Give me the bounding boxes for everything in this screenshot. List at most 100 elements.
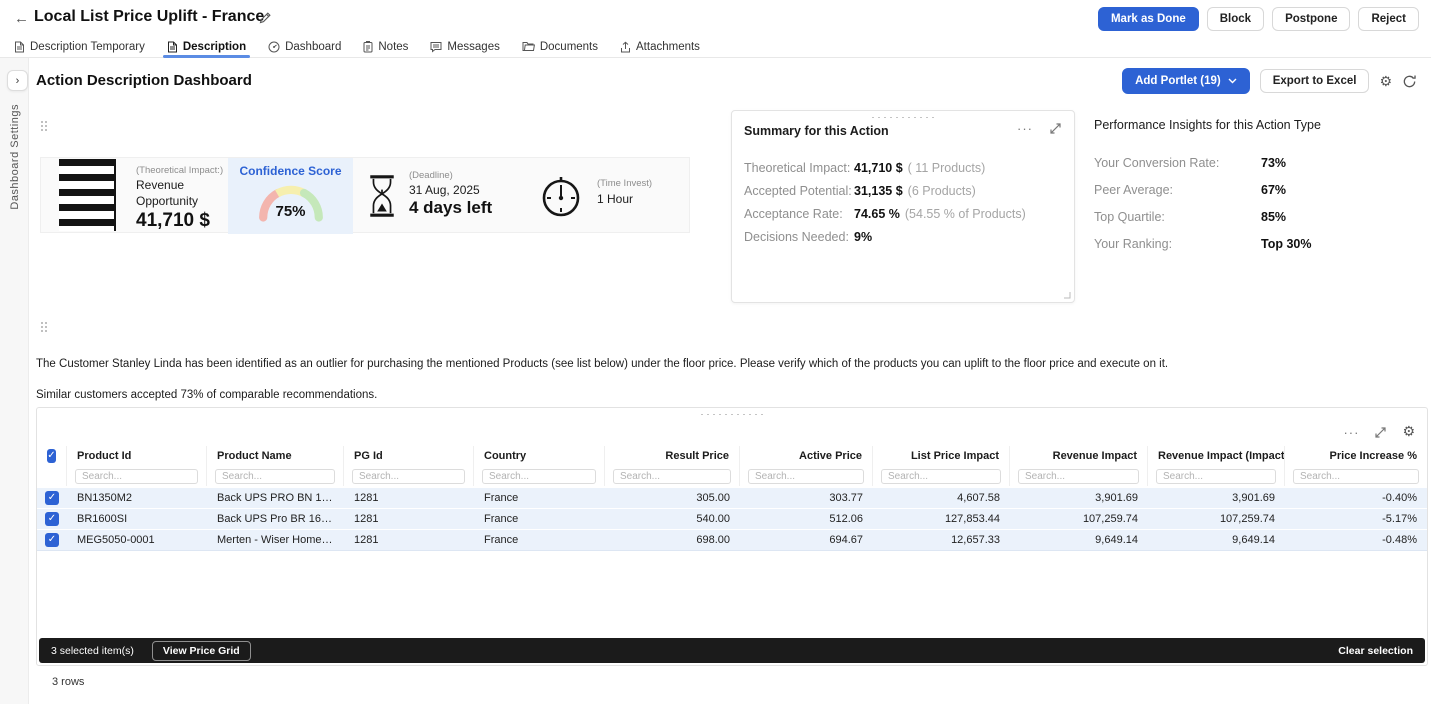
search-input[interactable] xyxy=(215,469,335,484)
select-all-checkbox[interactable] xyxy=(47,449,56,463)
search-input[interactable] xyxy=(352,469,465,484)
confidence-gauge: 75% xyxy=(256,180,326,222)
postpone-button[interactable]: Postpone xyxy=(1272,7,1350,31)
tab-description-temporary[interactable]: Description Temporary xyxy=(14,36,145,57)
summary-rows: Theoretical Impact: 41,710 $ ( 11 Produc… xyxy=(744,161,1064,253)
column-header[interactable]: Product Id xyxy=(67,446,207,466)
column-header[interactable]: Active Price xyxy=(740,446,873,466)
tab-dashboard[interactable]: Dashboard xyxy=(268,36,341,57)
select-all-cell xyxy=(37,446,67,466)
search-input[interactable] xyxy=(482,469,596,484)
tab-documents[interactable]: Documents xyxy=(522,36,598,57)
reject-button[interactable]: Reject xyxy=(1358,7,1419,31)
table-filter-row xyxy=(37,466,1427,486)
column-header[interactable]: Product Name xyxy=(207,446,344,466)
resize-handle[interactable] xyxy=(1063,291,1071,299)
table-row[interactable]: MEG5050-0001 Merten - Wiser Home To... 1… xyxy=(37,530,1427,551)
revenue-opportunity-kpi: (Theoretical Impact:) Revenue Opportunit… xyxy=(136,165,236,232)
search-input[interactable] xyxy=(1018,469,1139,484)
table-row[interactable]: BN1350M2 Back UPS PRO BN 1350... 1281 Fr… xyxy=(37,488,1427,509)
column-header[interactable]: PG Id xyxy=(344,446,474,466)
summary-row-acceptance-rate: Acceptance Rate: 74.65 % (54.55 % of Pro… xyxy=(744,207,1064,230)
redacted-bars-image xyxy=(59,159,116,231)
row-checkbox[interactable] xyxy=(45,512,59,526)
expand-icon[interactable] xyxy=(1049,122,1062,135)
messages-icon xyxy=(430,41,442,53)
row-count: 3 rows xyxy=(52,676,84,688)
column-header[interactable]: Result Price xyxy=(605,446,740,466)
row-checkbox[interactable] xyxy=(45,533,59,547)
view-price-grid-button[interactable]: View Price Grid xyxy=(152,641,251,661)
time-invest-value: 1 Hour xyxy=(597,192,652,206)
block-button[interactable]: Block xyxy=(1207,7,1264,31)
back-icon[interactable]: ← xyxy=(14,10,29,27)
expand-icon[interactable] xyxy=(1374,426,1387,439)
more-icon[interactable]: ··· xyxy=(1343,426,1359,439)
app-screen: ← Local List Price Uplift - France Mark … xyxy=(0,0,1431,704)
insights-title: Performance Insights for this Action Typ… xyxy=(1094,118,1419,132)
description-paragraph: The Customer Stanley Linda has been iden… xyxy=(36,358,1386,370)
confidence-score-value: 75% xyxy=(256,203,326,220)
summary-title: Summary for this Action xyxy=(744,124,889,138)
dashboard-settings-panel: › Dashboard Settings xyxy=(0,58,29,704)
search-input[interactable] xyxy=(613,469,731,484)
column-header[interactable]: Price Increase % xyxy=(1285,446,1427,466)
settings-gear-icon[interactable]: ⚙ xyxy=(1379,74,1392,88)
tab-description[interactable]: Description xyxy=(167,36,246,57)
kpi-strip: (Theoretical Impact:) Revenue Opportunit… xyxy=(40,157,690,233)
summary-drag-handle[interactable] xyxy=(872,114,934,121)
export-to-excel-button[interactable]: Export to Excel xyxy=(1260,69,1370,93)
search-input[interactable] xyxy=(748,469,864,484)
chevron-down-icon xyxy=(1228,78,1237,84)
column-header[interactable]: List Price Impact xyxy=(873,446,1010,466)
folder-icon xyxy=(522,41,535,52)
kpi-drag-handle[interactable] xyxy=(40,120,48,131)
clock-icon xyxy=(539,174,583,218)
search-input[interactable] xyxy=(881,469,1001,484)
edit-pencil-icon[interactable] xyxy=(258,11,272,25)
description-drag-handle[interactable] xyxy=(40,321,48,332)
top-header: ← Local List Price Uplift - France Mark … xyxy=(0,0,1431,38)
dashboard-settings-label: Dashboard Settings xyxy=(9,104,21,210)
document-icon xyxy=(14,41,25,53)
clear-selection-button[interactable]: Clear selection xyxy=(1338,645,1413,657)
time-invest-label: (Time Invest) xyxy=(597,178,652,189)
search-input[interactable] xyxy=(1293,469,1419,484)
dashboard-gauge-icon xyxy=(268,41,280,53)
deadline-days-left: 4 days left xyxy=(409,198,492,218)
revenue-opportunity-label: Revenue Opportunity xyxy=(136,178,216,209)
document-icon xyxy=(167,41,178,53)
search-input[interactable] xyxy=(1156,469,1276,484)
summary-row-accepted-potential: Accepted Potential: 31,135 $ (6 Products… xyxy=(744,184,1064,207)
insights-row-conversion: Your Conversion Rate: 73% xyxy=(1094,156,1419,183)
selection-bar: 3 selected item(s) View Price Grid Clear… xyxy=(39,638,1425,663)
products-table-portlet: ··· ⚙ Product Id Product Name PG Id Coun… xyxy=(36,407,1428,666)
add-portlet-button[interactable]: Add Portlet (19) xyxy=(1122,68,1250,94)
tab-notes[interactable]: Notes xyxy=(363,36,408,57)
table-body: BN1350M2 Back UPS PRO BN 1350... 1281 Fr… xyxy=(37,488,1427,551)
column-header[interactable]: Revenue Impact (Impact) xyxy=(1148,446,1285,466)
table-row[interactable]: BR1600SI Back UPS Pro BR 1600V... 1281 F… xyxy=(37,509,1427,530)
table-gear-icon[interactable]: ⚙ xyxy=(1402,423,1415,441)
table-drag-handle[interactable] xyxy=(701,411,763,418)
header-actions: Mark as Done Block Postpone Reject xyxy=(1098,7,1419,31)
theoretical-impact-label: (Theoretical Impact:) xyxy=(136,165,236,176)
refresh-icon[interactable] xyxy=(1402,74,1417,89)
summary-row-decisions-needed: Decisions Needed: 9% xyxy=(744,230,1064,253)
table-header-row: Product Id Product Name PG Id Country Re… xyxy=(37,446,1427,466)
row-checkbox[interactable] xyxy=(45,491,59,505)
summary-portlet: Summary for this Action ··· Theoretical … xyxy=(731,110,1075,303)
tab-messages[interactable]: Messages xyxy=(430,36,499,57)
expand-panel-button[interactable]: › xyxy=(7,70,28,91)
column-header[interactable]: Country xyxy=(474,446,605,466)
upload-icon xyxy=(620,41,631,53)
mark-as-done-button[interactable]: Mark as Done xyxy=(1098,7,1199,31)
search-input[interactable] xyxy=(75,469,198,484)
performance-insights-portlet: Performance Insights for this Action Typ… xyxy=(1094,118,1419,264)
more-icon[interactable]: ··· xyxy=(1017,122,1033,135)
column-header[interactable]: Revenue Impact xyxy=(1010,446,1148,466)
deadline-date: 31 Aug, 2025 xyxy=(409,183,492,197)
summary-row-theoretical-impact: Theoretical Impact: 41,710 $ ( 11 Produc… xyxy=(744,161,1064,184)
tab-attachments[interactable]: Attachments xyxy=(620,36,700,57)
insights-row-peer-average: Peer Average: 67% xyxy=(1094,183,1419,210)
